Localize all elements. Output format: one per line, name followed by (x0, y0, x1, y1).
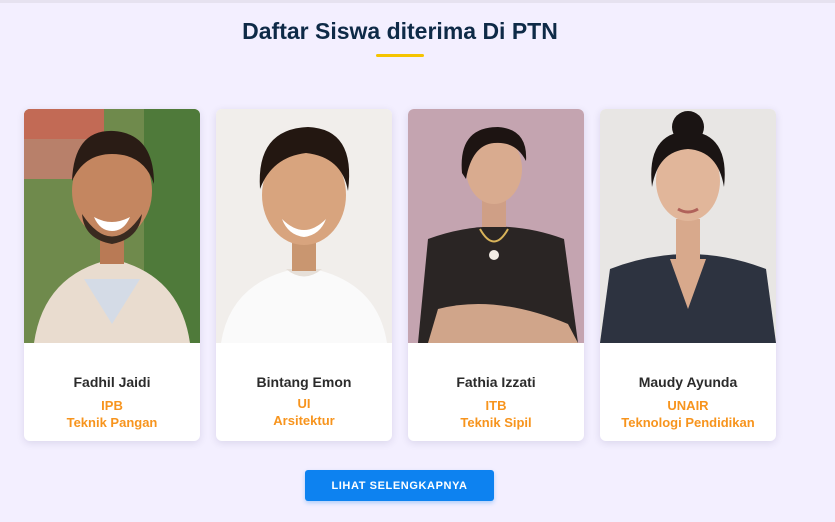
student-university: ITB (485, 398, 507, 413)
student-photo (408, 109, 584, 343)
student-card[interactable]: Maudy Ayunda UNAIR Teknologi Pendidikan (600, 109, 776, 441)
see-more-button[interactable]: LIHAT SELENGKAPNYA (305, 470, 494, 501)
student-major: Teknik Sipil (460, 415, 532, 430)
student-university: UNAIR (667, 398, 709, 413)
student-card[interactable]: Fathia Izzati ITB Teknik Sipil (408, 109, 584, 441)
student-photo (24, 109, 200, 343)
student-card[interactable]: Fadhil Jaidi IPB Teknik Pangan (24, 109, 200, 441)
section-title: Daftar Siswa diterima Di PTN (242, 18, 558, 44)
top-border (0, 0, 835, 3)
student-university: IPB (101, 398, 123, 413)
student-card[interactable]: Bintang Emon UI Arsitektur (216, 109, 392, 441)
student-name: Bintang Emon (256, 374, 352, 390)
student-name: Maudy Ayunda (638, 374, 738, 390)
student-name: Fadhil Jaidi (73, 374, 151, 390)
student-university: UI (297, 396, 311, 411)
student-major: Teknik Pangan (66, 415, 158, 430)
student-major: Teknologi Pendidikan (621, 415, 755, 430)
title-underline (376, 54, 424, 57)
student-major: Arsitektur (273, 413, 335, 428)
student-photo (216, 109, 392, 343)
student-photo (600, 109, 776, 343)
student-name: Fathia Izzati (456, 374, 536, 390)
